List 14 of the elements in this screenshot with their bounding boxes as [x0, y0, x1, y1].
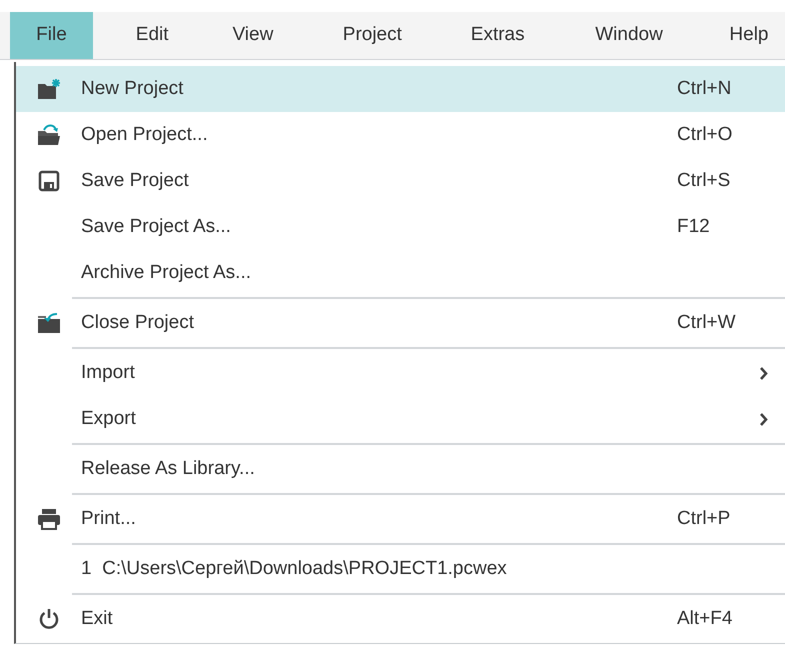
printer-icon [36, 508, 60, 530]
menu-bar-item[interactable]: Extras [450, 12, 546, 59]
open-folder-icon [36, 123, 60, 147]
new-folder-icon [36, 78, 60, 100]
menu-bar-item[interactable]: Project [294, 12, 450, 59]
menu-bar-item[interactable]: Help [712, 12, 785, 59]
menu-bar-item[interactable]: View [211, 12, 294, 59]
menu-bar-item[interactable]: Edit [92, 12, 212, 59]
power-icon [38, 608, 60, 630]
save-icon [38, 170, 60, 192]
menu-bar-item[interactable]: Window [545, 12, 713, 59]
menu-bar-item[interactable]: File [10, 12, 93, 59]
menu-item[interactable]: New Project Ctrl+N [16, 66, 785, 112]
folder-back-icon [36, 312, 60, 334]
